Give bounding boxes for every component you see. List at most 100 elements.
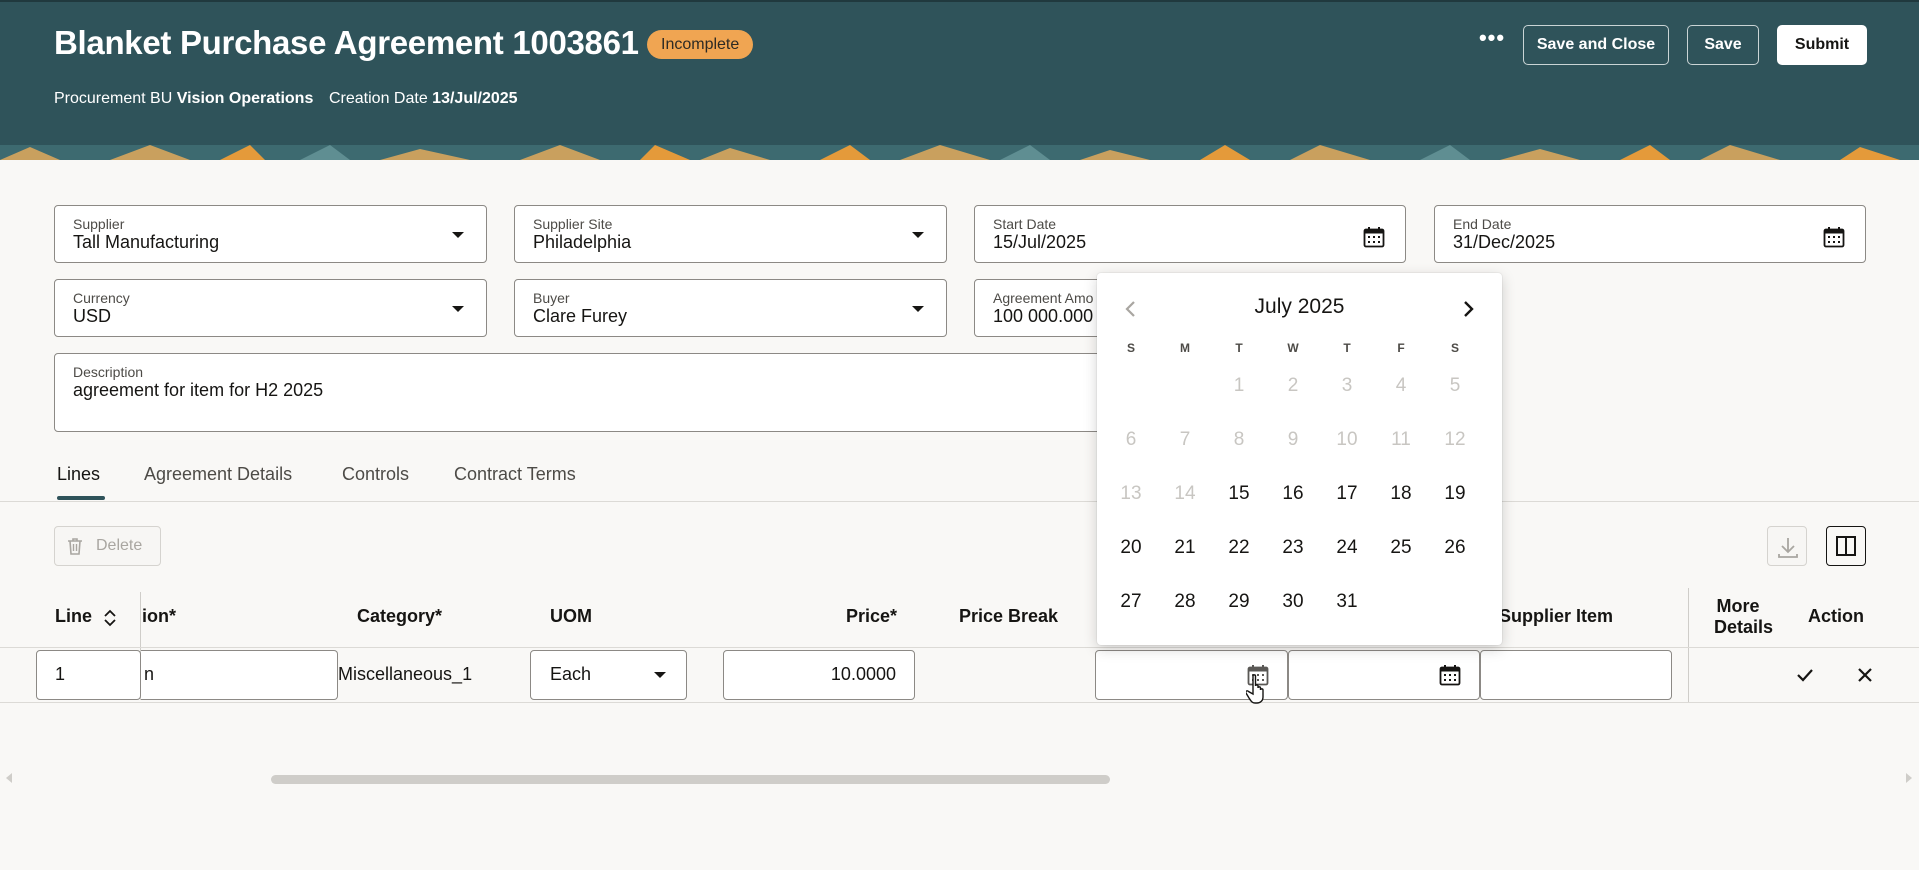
next-month-icon[interactable] [1456,297,1480,321]
column-header-line[interactable]: Line [55,606,92,627]
scroll-left-icon[interactable] [6,773,12,783]
calendar-day[interactable]: 16 [1266,474,1320,514]
weekday-header: M [1180,341,1190,355]
line-number-input[interactable]: 1 [36,650,141,700]
supplier-site-field[interactable]: Supplier Site Philadelphia [514,205,947,263]
column-header-action[interactable]: Action [1808,606,1864,627]
supplier-field[interactable]: Supplier Tall Manufacturing [54,205,487,263]
calendar-day[interactable]: 25 [1374,528,1428,568]
calendar-day: 6 [1125,429,1137,450]
calendar-day[interactable]: 24 [1320,528,1374,568]
chevron-down-icon[interactable] [452,232,464,238]
weekday-header: T [1343,341,1351,355]
price-value: 10.0000 [830,664,896,684]
calendar-day[interactable]: 17 [1320,474,1374,514]
description-cell-value: n [144,664,155,684]
frozen-column-separator [1688,588,1689,703]
column-header-supplier-item[interactable]: Supplier Item [1499,606,1613,627]
supplier-site-value: Philadelphia [533,232,632,252]
calendar-icon[interactable] [1439,664,1461,686]
calendar-day: 12 [1444,429,1466,450]
agreement-amount-value: 100 000.000 [993,306,1094,326]
description-label: Description [73,364,144,380]
price-input[interactable]: 10.0000 [723,650,915,700]
calendar-day[interactable]: 31 [1320,582,1374,622]
chevron-down-icon[interactable] [912,232,924,238]
header-top-border [0,0,1919,2]
calendar-day[interactable]: 21 [1158,528,1212,568]
freeze-columns-button[interactable] [1826,526,1866,566]
save-button[interactable]: Save [1687,25,1759,65]
calendar-day: 1 [1233,375,1245,396]
delete-button[interactable]: Delete [54,526,161,566]
scroll-right-icon[interactable] [1906,773,1912,783]
end-date-value: 31/Dec/2025 [1453,232,1556,252]
buyer-field[interactable]: Buyer Clare Furey [514,279,947,337]
row-divider [0,702,1919,703]
checkmark-icon[interactable] [1794,664,1816,686]
description-field[interactable]: Description agreement for item for H2 20… [54,353,1174,432]
currency-field[interactable]: Currency USD [54,279,487,337]
creation-date-label: Creation Date [329,90,428,107]
column-header-more-details[interactable]: More Details [1714,596,1773,638]
calendar-day[interactable]: 18 [1374,474,1428,514]
line-end-date-input[interactable] [1288,650,1480,700]
agreement-amount-label: Agreement Amo [993,290,1094,306]
horizontal-scrollbar[interactable] [271,775,1110,784]
date-picker-popup: July 2025 S M T W T F S 1 2 3 4 5 6 7 8 9 10 11 12 13 14 15 16… [1097,273,1502,645]
weekday-header: T [1235,341,1243,355]
creation-date-info: Creation Date 13/Jul/2025 [329,90,518,108]
tab-controls[interactable]: Controls [342,464,409,485]
column-header-description[interactable]: ion* [142,606,176,627]
calendar-day[interactable]: 27 [1104,582,1158,622]
calendar-day[interactable]: 23 [1266,528,1320,568]
sort-icon[interactable] [102,608,118,628]
calendar-day[interactable]: 20 [1104,528,1158,568]
procurement-bu-value: Vision Operations [176,90,314,107]
currency-value: USD [73,306,112,326]
tab-agreement-details[interactable]: Agreement Details [144,464,292,485]
calendar-icon[interactable] [1363,226,1385,248]
description-input[interactable]: n [141,650,338,700]
start-date-field[interactable]: Start Date 15/Jul/2025 [974,205,1406,263]
uom-select[interactable]: Each [530,650,687,700]
header-row-divider [0,647,1919,648]
calendar-day[interactable]: 29 [1212,582,1266,622]
calendar-day[interactable]: 15 [1212,474,1266,514]
weekday-header: S [1126,341,1135,355]
submit-button[interactable]: Submit [1777,25,1867,65]
calendar-day: 13 [1120,483,1142,504]
save-and-close-button[interactable]: Save and Close [1523,25,1669,65]
supplier-site-label: Supplier Site [533,216,613,232]
calendar-day[interactable]: 30 [1266,582,1320,622]
supplier-value: Tall Manufacturing [73,232,220,252]
chevron-down-icon[interactable] [912,306,924,312]
end-date-label: End Date [1453,216,1512,232]
download-icon [1778,538,1798,558]
chevron-down-icon[interactable] [452,306,464,312]
header-decorative-pattern [0,145,1919,160]
more-actions-icon[interactable]: ••• [1478,27,1506,56]
start-date-value: 15/Jul/2025 [993,232,1087,252]
tab-contract-terms[interactable]: Contract Terms [454,464,576,485]
calendar-day[interactable]: 28 [1158,582,1212,622]
export-button[interactable] [1767,526,1807,566]
end-date-field[interactable]: End Date 31/Dec/2025 [1434,205,1866,263]
calendar-day[interactable]: 26 [1428,528,1482,568]
close-icon[interactable] [1854,664,1876,686]
tabs-divider [0,501,1919,502]
column-header-price-break[interactable]: Price Break [959,606,1058,627]
calendar-day: 11 [1391,429,1411,450]
creation-date-value: 13/Jul/2025 [432,90,518,107]
calendar-day[interactable]: 22 [1212,528,1266,568]
uom-value: Each [550,664,592,684]
status-badge: Incomplete [647,30,754,59]
buyer-value: Clare Furey [533,306,628,326]
column-header-category[interactable]: Category* [357,606,442,627]
calendar-icon[interactable] [1823,226,1845,248]
tab-lines[interactable]: Lines [57,464,100,485]
supplier-item-input[interactable] [1480,650,1672,700]
column-header-uom[interactable]: UOM [550,606,592,627]
column-header-price[interactable]: Price* [846,606,897,627]
calendar-day[interactable]: 19 [1428,474,1482,514]
